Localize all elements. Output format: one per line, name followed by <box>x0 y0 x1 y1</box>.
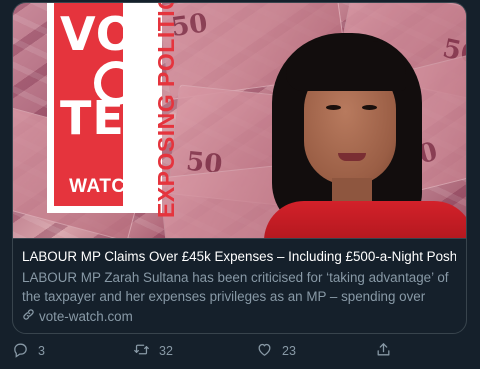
reply-icon <box>12 341 29 361</box>
card-title[interactable]: LABOUR MP Claims Over £45k Expenses – In… <box>22 248 456 266</box>
share-button[interactable] <box>375 341 392 361</box>
retweet-button[interactable]: 32 <box>133 341 173 361</box>
card-description: LABOUR MP Zarah Sultana has been critici… <box>22 270 449 304</box>
link-card[interactable]: 50 50 50 50 50 VO TE WATCH EXPOSING POLI… <box>12 2 467 334</box>
retweet-count: 32 <box>159 344 173 358</box>
link-icon <box>22 308 35 326</box>
portrait-eye <box>326 105 341 110</box>
portrait-photo <box>264 33 466 238</box>
card-body[interactable]: LABOUR MP Claims Over £45k Expenses – In… <box>13 239 466 326</box>
portrait-mouth <box>338 153 366 161</box>
logo-text-bottom: TE <box>60 91 125 145</box>
like-icon <box>256 341 273 361</box>
share-icon <box>375 341 392 361</box>
like-count: 23 <box>282 344 296 358</box>
card-image[interactable]: 50 50 50 50 50 VO TE WATCH EXPOSING POLI… <box>13 3 466 239</box>
reply-button[interactable]: 3 <box>12 341 45 361</box>
portrait-eye <box>362 105 377 110</box>
tweet: 50 50 50 50 50 VO TE WATCH EXPOSING POLI… <box>0 0 480 369</box>
reply-count: 3 <box>38 344 45 358</box>
tweet-actions: 3 32 23 <box>12 341 402 363</box>
portrait-jacket <box>264 201 466 238</box>
like-button[interactable]: 23 <box>256 341 296 361</box>
logo-side-text: EXPOSING POLITICS <box>153 3 179 218</box>
retweet-icon <box>133 341 150 361</box>
portrait-hair-front <box>286 41 406 91</box>
card-domain-text: vote-watch.com <box>39 309 133 324</box>
card-domain[interactable]: vote-watch.com <box>22 308 456 326</box>
